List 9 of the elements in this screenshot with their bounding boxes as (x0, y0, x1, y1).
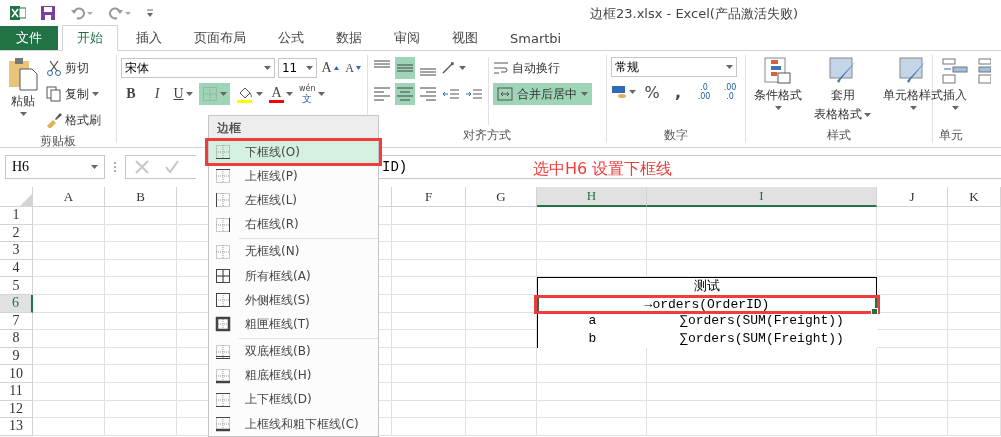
table-title-cell: 测试 (537, 277, 877, 295)
group-label: 单元 (938, 127, 964, 143)
window-title: 边框23.xlsx - Excel(产品激活失败) (590, 5, 798, 23)
group-label: 样式 (826, 127, 852, 143)
menu-title: 边框 (209, 116, 378, 140)
annotation-text: 选中H6 设置下框线 (533, 159, 673, 180)
group-label: 对齐方式 (462, 127, 512, 143)
group-label: 剪贴板 (39, 133, 77, 149)
group-label: 数字 (663, 127, 689, 143)
